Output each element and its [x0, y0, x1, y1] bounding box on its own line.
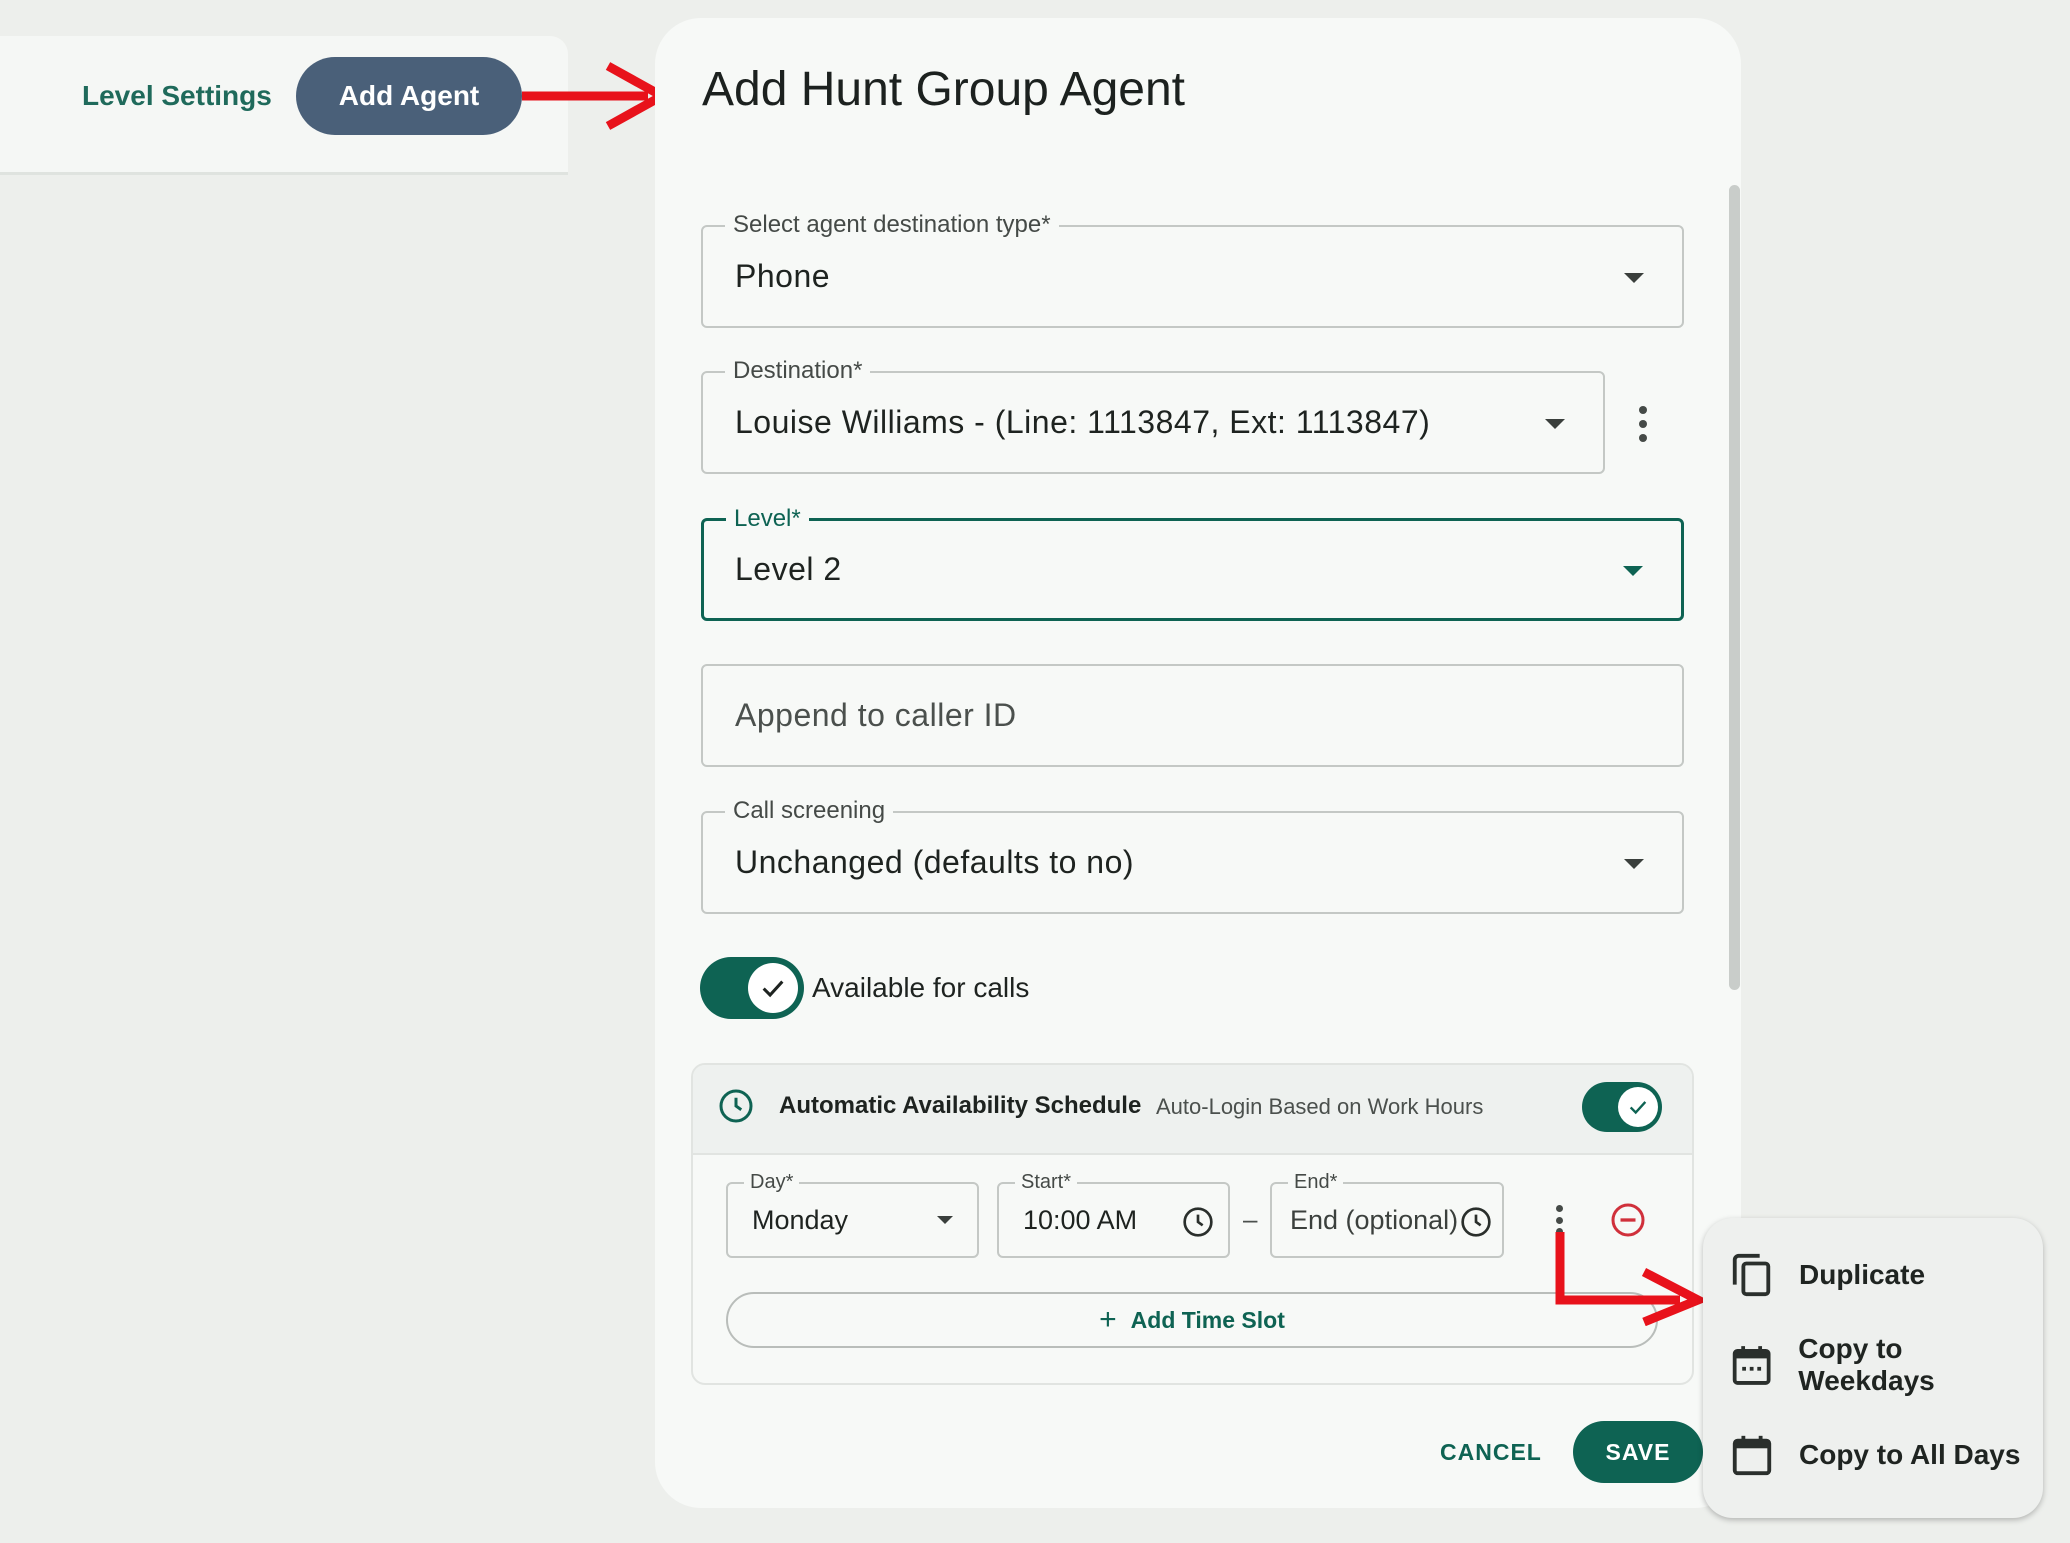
- end-time-input[interactable]: End* End (optional): [1270, 1170, 1504, 1258]
- destination-more-icon[interactable]: [1636, 406, 1650, 442]
- clock-icon: [719, 1089, 753, 1123]
- start-time-input[interactable]: Start* 10:00 AM: [997, 1170, 1230, 1258]
- day-value: Monday: [752, 1204, 849, 1235]
- menu-item-copy-all-days[interactable]: Copy to All Days: [1729, 1425, 2020, 1485]
- add-time-slot-button[interactable]: + Add Time Slot: [726, 1292, 1658, 1348]
- toggle-knob: [748, 963, 798, 1013]
- cancel-button[interactable]: CANCEL: [1440, 1424, 1542, 1480]
- chevron-down-icon: [937, 1216, 953, 1224]
- available-for-calls-toggle[interactable]: [700, 957, 804, 1019]
- tab-level-settings[interactable]: Level Settings: [82, 56, 272, 136]
- append-caller-id-input[interactable]: Append to caller ID: [701, 664, 1684, 767]
- append-caller-id-placeholder: Append to caller ID: [735, 697, 1017, 733]
- dialog-scrollbar[interactable]: [1729, 185, 1740, 990]
- save-button[interactable]: SAVE: [1573, 1421, 1703, 1483]
- check-icon: [1629, 1101, 1647, 1115]
- clock-icon[interactable]: [1460, 1206, 1492, 1238]
- call-screening-value: Unchanged (defaults to no): [735, 844, 1135, 880]
- schedule-toggle[interactable]: [1582, 1082, 1662, 1132]
- menu-item-duplicate[interactable]: Duplicate: [1729, 1245, 1925, 1305]
- call-screening-select[interactable]: Call screening Unchanged (defaults to no…: [701, 796, 1684, 914]
- level-select[interactable]: Level* Level 2: [701, 504, 1684, 621]
- save-label: SAVE: [1605, 1438, 1671, 1465]
- menu-item-label: Duplicate: [1799, 1259, 1926, 1290]
- chevron-down-icon: [1623, 565, 1643, 576]
- tab-add-agent[interactable]: Add Agent: [296, 57, 522, 135]
- annotation-arrow: [1555, 1232, 1709, 1326]
- schedule-title: Automatic Availability Schedule: [779, 1092, 1142, 1119]
- plus-icon: +: [1099, 1303, 1117, 1336]
- destination-type-value: Phone: [735, 258, 831, 294]
- day-select[interactable]: Day* Monday: [726, 1170, 979, 1258]
- slot-context-menu: Duplicate Copy to Weekdays Copy to All D…: [1703, 1218, 2043, 1518]
- slot-more-icon[interactable]: [1554, 1205, 1564, 1235]
- menu-item-label: Copy to Weekdays: [1798, 1333, 1935, 1396]
- add-time-slot-label: Add Time Slot: [1130, 1306, 1285, 1333]
- start-value: 10:00 AM: [1023, 1204, 1138, 1235]
- chevron-down-icon: [1624, 858, 1644, 869]
- schedule-subtitle: Auto-Login Based on Work Hours: [1156, 1094, 1484, 1119]
- menu-item-copy-weekdays[interactable]: Copy to Weekdays: [1729, 1333, 2043, 1396]
- destination-type-select[interactable]: Select agent destination type* Phone: [701, 210, 1684, 328]
- calendar-icon: [1732, 1435, 1772, 1476]
- toggle-knob: [1618, 1087, 1658, 1127]
- copy-icon: [1732, 1253, 1771, 1297]
- tab-add-agent-label: Add Agent: [338, 80, 480, 111]
- end-placeholder: End (optional): [1290, 1204, 1459, 1235]
- calendar-dots-icon: [1732, 1346, 1771, 1385]
- destination-value: Louise Williams - (Line: 1113847, Ext: 1…: [735, 404, 1431, 440]
- chevron-down-icon: [1545, 418, 1565, 429]
- clock-icon[interactable]: [1182, 1206, 1214, 1238]
- available-for-calls-label: Available for calls: [812, 972, 1030, 1003]
- menu-item-label: Copy to All Days: [1799, 1439, 2021, 1470]
- time-separator: –: [1243, 1204, 1258, 1234]
- level-value: Level 2: [735, 551, 842, 587]
- destination-select[interactable]: Destination* Louise Williams - (Line: 11…: [701, 356, 1605, 474]
- check-icon: [762, 980, 784, 998]
- chevron-down-icon: [1624, 272, 1644, 283]
- dialog-title: Add Hunt Group Agent: [702, 63, 1185, 116]
- annotation-arrow: [522, 62, 672, 130]
